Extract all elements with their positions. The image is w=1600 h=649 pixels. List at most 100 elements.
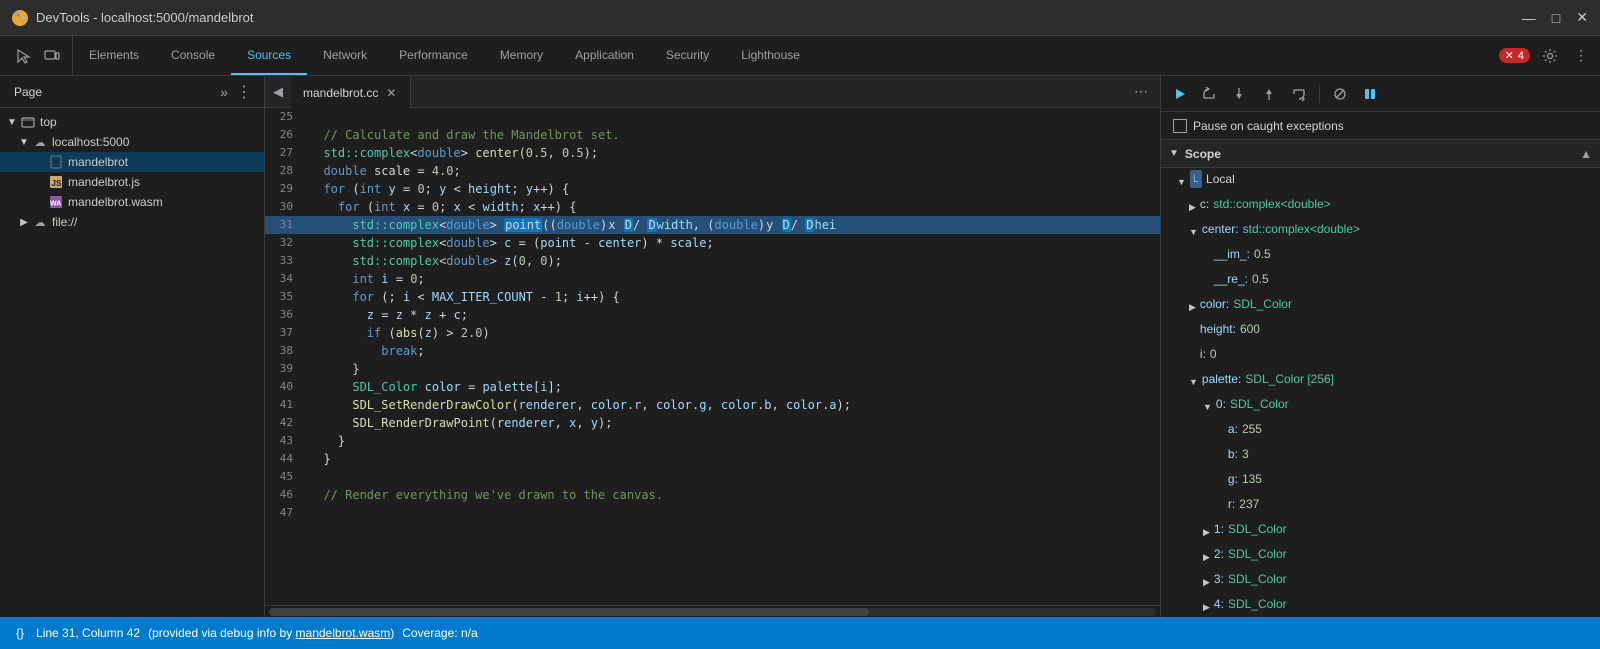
svg-text:JS: JS [52,179,62,188]
sidebar-kebab-button[interactable]: ⋮ [232,78,256,106]
palette-0-val: SDL_Color [1230,395,1289,413]
tree-label-mandelbrot: mandelbrot [68,155,128,169]
step-over-button[interactable] [1197,84,1221,104]
pause-exception-checkbox[interactable] [1173,119,1187,133]
scope-i: ▶ i: 0 [1161,343,1600,368]
sidebar-more-button[interactable]: » [216,80,232,104]
close-button[interactable]: ✕ [1576,9,1588,26]
scope-section[interactable]: ▼ Scope ▲ ▼ L Local ▶ c: std::complex<do… [1161,140,1600,617]
minimize-button[interactable]: — [1522,9,1536,26]
title-controls: — □ ✕ [1522,9,1588,26]
center-arrow[interactable]: ▼ [1189,223,1198,241]
b-val: 3 [1242,445,1249,463]
tree-item-mandelbrot-wasm[interactable]: WA mandelbrot.wasm [0,192,264,212]
step-into-button[interactable] [1227,84,1251,104]
step-out-button[interactable] [1257,84,1281,104]
color-val: SDL_Color [1233,295,1292,313]
deactivate-breakpoints-button[interactable] [1328,84,1352,104]
format-button[interactable]: {} [12,626,28,640]
code-line-45: 45 [265,468,1160,486]
page-button[interactable]: Page [8,81,48,103]
palette-3-arrow[interactable]: ▶ [1203,573,1210,591]
inspect-icon[interactable] [12,44,36,68]
step-back-button[interactable] [1287,84,1311,104]
debug-file-link[interactable]: mandelbrot.wasm [296,626,391,640]
pause-button[interactable] [1358,84,1382,104]
horizontal-scrollbar[interactable] [265,605,1160,617]
scope-collapse-icon[interactable]: ▲ [1580,147,1592,161]
tree-item-mandelbrot[interactable]: mandelbrot [0,152,264,172]
file-wasm-icon: WA [48,194,64,210]
tab-sources[interactable]: Sources [231,36,307,75]
tree-item-file[interactable]: ▶ ☁ file:// [0,212,264,232]
tab-application[interactable]: Application [559,36,650,75]
palette-2-val: SDL_Color [1228,545,1287,563]
tab-network[interactable]: Network [307,36,383,75]
scope-header[interactable]: ▼ Scope ▲ [1161,140,1600,168]
r-val: 237 [1239,495,1259,513]
format-source-button[interactable]: ⋯ [1130,81,1152,102]
error-count: 4 [1518,50,1524,62]
device-toggle-icon[interactable] [40,44,64,68]
more-options-icon[interactable]: ⋮ [1570,43,1592,68]
debug-separator [1319,85,1320,103]
maximize-button[interactable]: □ [1552,9,1560,26]
a-val: 255 [1242,420,1262,438]
debug-info-text: (provided via debug info by mandelbrot.w… [148,626,394,640]
tab-performance[interactable]: Performance [383,36,484,75]
settings-icon[interactable] [1538,44,1562,68]
resume-button[interactable] [1169,85,1191,103]
line-col-text: Line 31, Column 42 [36,626,140,640]
tree-item-top[interactable]: ▼ top [0,112,264,132]
scope-palette-0: ▼ 0: SDL_Color [1161,393,1600,418]
tree-label-mandelbrot-js: mandelbrot.js [68,175,140,189]
tab-lighthouse[interactable]: Lighthouse [725,36,816,75]
palette-2-key: 2: [1214,545,1224,563]
b-key: b: [1228,445,1238,463]
tab-console[interactable]: Console [155,36,231,75]
nav-icons [4,36,73,75]
scope-r: ▶ r: 237 [1161,493,1600,518]
code-tab-mandelbrot[interactable]: mandelbrot.cc ✕ [291,76,411,108]
code-line-27: 27 std::complex<double> center(0.5, 0.5)… [265,144,1160,162]
local-header[interactable]: ▼ L Local [1161,168,1600,193]
tab-security[interactable]: Security [650,36,725,75]
palette-4-val: SDL_Color [1228,595,1287,613]
re-key: __re_: [1214,270,1248,288]
g-key: g: [1228,470,1238,488]
tab-filename: mandelbrot.cc [303,86,378,100]
color-arrow[interactable]: ▶ [1189,298,1196,316]
center-key: center: [1202,220,1239,238]
scope-im: ▶ __im_: 0.5 [1161,243,1600,268]
palette-4-arrow[interactable]: ▶ [1203,598,1210,616]
tree-item-localhost[interactable]: ▼ ☁ localhost:5000 [0,132,264,152]
tab-memory[interactable]: Memory [484,36,559,75]
tree-item-mandelbrot-js[interactable]: JS mandelbrot.js [0,172,264,192]
tree-arrow-top: ▼ [4,114,20,130]
code-line-34: 34 int i = 0; [265,270,1160,288]
code-line-42: 42 SDL_RenderDrawPoint(renderer, x, y); [265,414,1160,432]
local-badge: L [1190,170,1202,188]
nav-right: ✕ 4 ⋮ [1491,36,1600,75]
c-arrow[interactable]: ▶ [1189,198,1196,216]
scope-arrow-icon: ▼ [1169,148,1179,159]
scroll-track-x [269,608,1156,616]
right-panel: Pause on caught exceptions ▼ Scope ▲ ▼ L… [1160,76,1600,617]
palette-2-arrow[interactable]: ▶ [1203,548,1210,566]
tab-close-button[interactable]: ✕ [384,86,398,100]
tab-elements[interactable]: Elements [73,36,155,75]
palette-0-arrow[interactable]: ▼ [1203,398,1212,416]
scroll-thumb-x[interactable] [269,608,869,616]
palette-1-arrow[interactable]: ▶ [1203,523,1210,541]
scope-palette-3: ▶ 3: SDL_Color [1161,568,1600,593]
tree-arrow-localhost: ▼ [16,134,32,150]
height-val: 600 [1240,320,1260,338]
code-line-38: 38 break; [265,342,1160,360]
code-content[interactable]: 25 26 // Calculate and draw the Mandelbr… [265,108,1160,605]
back-tab-button[interactable]: ◀ [269,80,287,104]
palette-key: palette: [1202,370,1241,388]
i-val: 0 [1210,345,1217,363]
tree-label-top: top [40,115,57,129]
tree-label-file: file:// [52,215,77,229]
palette-arrow[interactable]: ▼ [1189,373,1198,391]
